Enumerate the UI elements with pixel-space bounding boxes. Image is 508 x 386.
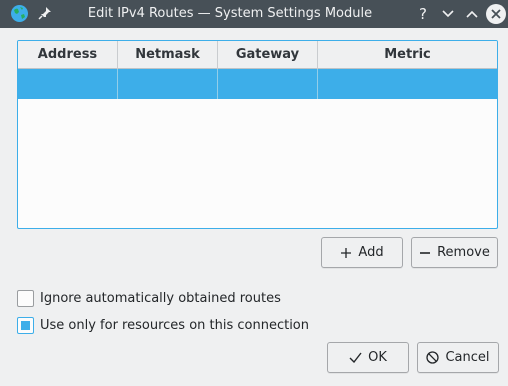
- remove-button-label: Remove: [437, 245, 490, 260]
- cell-address[interactable]: [18, 69, 118, 99]
- close-button[interactable]: [485, 3, 507, 25]
- add-route-button[interactable]: Add: [321, 237, 403, 268]
- title-bar[interactable]: Edit IPv4 Routes — System Settings Modul…: [0, 0, 508, 28]
- close-icon: [486, 4, 506, 24]
- globe-icon[interactable]: [10, 4, 29, 23]
- plus-icon: [340, 247, 352, 259]
- ok-button-label: OK: [368, 350, 387, 365]
- only-resources-checkbox[interactable]: Use only for resources on this connectio…: [17, 316, 309, 334]
- table-header: Address Netmask Gateway Metric: [18, 41, 497, 69]
- only-resources-label[interactable]: Use only for resources on this connectio…: [40, 318, 309, 333]
- remove-route-button[interactable]: Remove: [411, 237, 498, 268]
- help-icon[interactable]: ?: [413, 3, 435, 25]
- svg-text:?: ?: [419, 6, 427, 22]
- checkbox-box[interactable]: [17, 316, 34, 334]
- window-title: Edit IPv4 Routes — System Settings Modul…: [87, 6, 373, 21]
- maximize-icon[interactable]: [461, 3, 483, 25]
- column-header-metric[interactable]: Metric: [318, 41, 497, 69]
- checkbox-check-mark: [21, 320, 30, 330]
- cancel-button[interactable]: Cancel: [417, 342, 499, 373]
- table-row[interactable]: [18, 69, 497, 99]
- cell-gateway[interactable]: [218, 69, 318, 99]
- column-header-gateway[interactable]: Gateway: [218, 41, 318, 69]
- minus-icon: [419, 247, 431, 259]
- cancel-button-label: Cancel: [445, 350, 490, 365]
- pin-icon[interactable]: [37, 5, 53, 21]
- cell-metric[interactable]: [318, 69, 497, 99]
- add-button-label: Add: [358, 245, 384, 260]
- ignore-auto-routes-checkbox[interactable]: Ignore automatically obtained routes: [17, 289, 281, 307]
- cell-netmask[interactable]: [118, 69, 218, 99]
- ok-button[interactable]: OK: [327, 342, 409, 373]
- column-header-address[interactable]: Address: [18, 41, 118, 69]
- minimize-icon[interactable]: [437, 3, 459, 25]
- ignore-auto-routes-label[interactable]: Ignore automatically obtained routes: [40, 291, 281, 306]
- checkbox-box[interactable]: [17, 289, 34, 307]
- cancel-icon: [426, 351, 440, 364]
- checkmark-icon: [349, 352, 362, 363]
- column-header-netmask[interactable]: Netmask: [118, 41, 218, 69]
- routes-table[interactable]: Address Netmask Gateway Metric: [17, 40, 498, 229]
